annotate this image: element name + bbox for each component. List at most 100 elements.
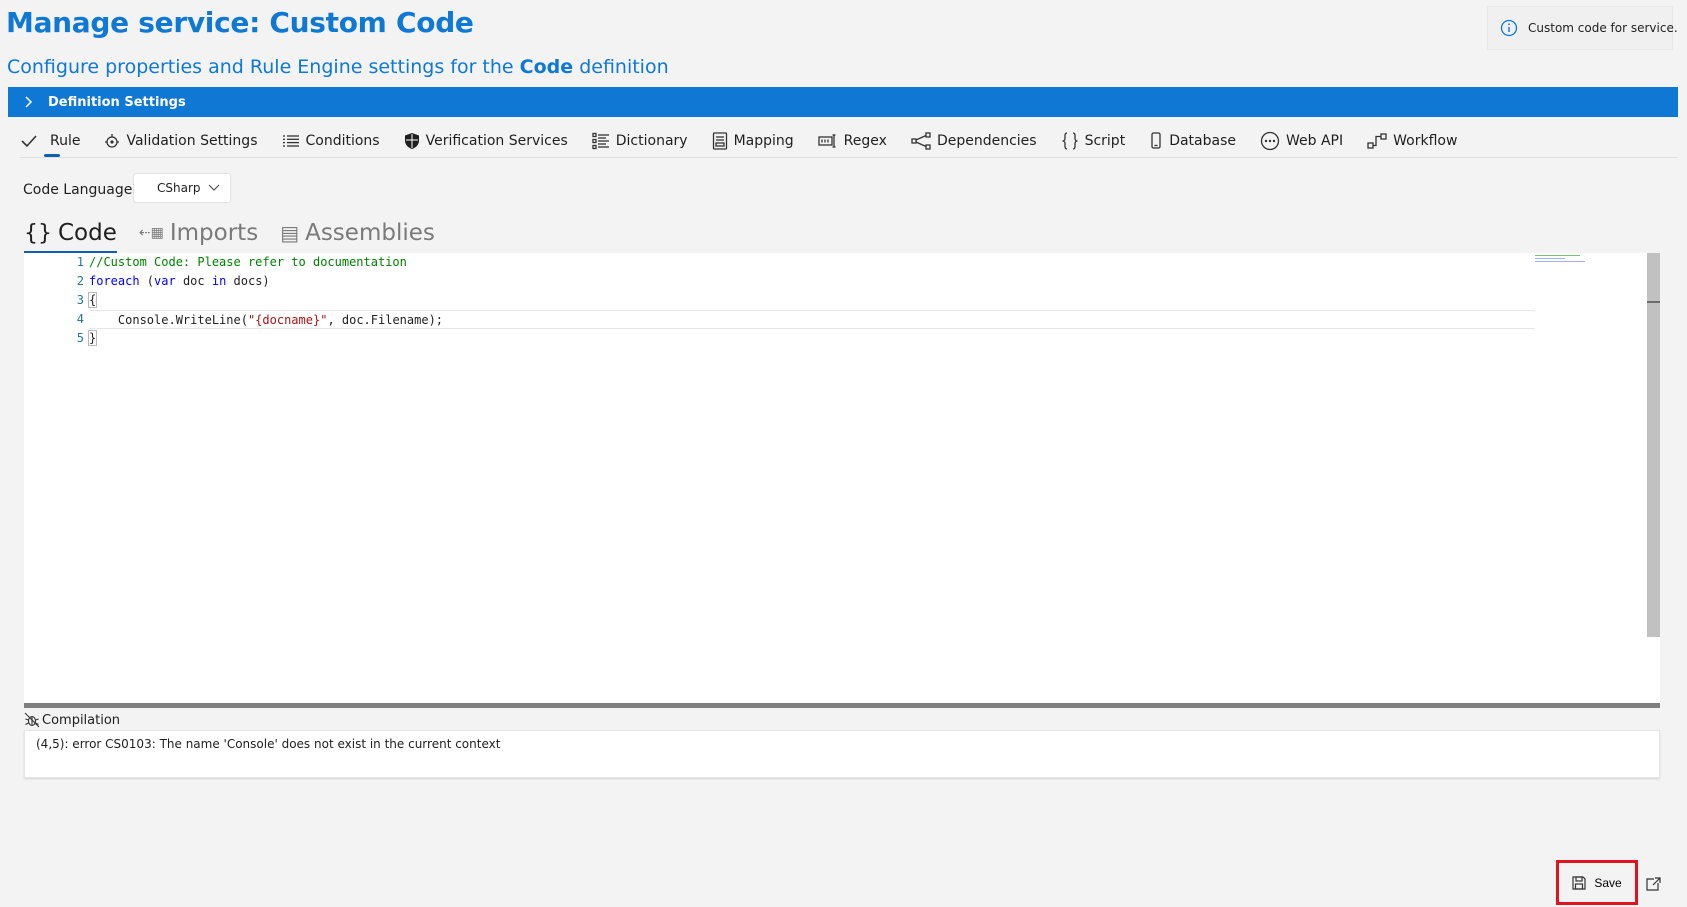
regex-icon [818,134,836,148]
code-keyword: var [154,274,176,288]
braces-icon [1062,132,1078,150]
code-text: , doc.Filename); [327,313,444,327]
tab-rule-label: Rule [50,133,81,149]
tab-verification-services[interactable]: Verification Services [404,125,568,157]
tab-dependencies-label: Dependencies [936,133,1037,149]
chevron-right-icon [8,96,48,108]
code-editor[interactable]: 1 2 3 4 5 //Custom Code: Please refer to… [24,253,1660,703]
line-number: 5 [76,331,84,345]
compilation-output: (4,5): error CS0103: The name 'Console' … [24,730,1660,778]
tab-assemblies-label: Assemblies [305,220,435,246]
code-keyword: foreach [89,274,140,288]
editor-minimap[interactable] [1535,253,1645,265]
mapping-icon [712,132,727,150]
definition-settings-label: Definition Settings [48,94,186,110]
braces-icon: {} [24,220,52,246]
code-line-1: //Custom Code: Please refer to documenta… [89,253,1535,272]
code-language-select[interactable]: CSharp [133,173,231,203]
bug-icon [24,712,40,728]
chevron-down-icon [208,184,220,191]
code-language-value: CSharp [157,181,201,195]
tab-workflow[interactable]: Workflow [1367,125,1457,157]
code-brace: { [87,292,98,308]
compilation-header: Compilation [24,710,120,730]
tab-script-label: Script [1084,133,1126,149]
list-icon [282,135,299,147]
definition-toolbar: Rule Validation Settings Conditions Veri… [20,125,1481,157]
compilation-message: (4,5): error CS0103: The name 'Console' … [36,737,501,751]
code-comment: //Custom Code: Please refer to documenta… [89,255,407,269]
database-icon [1151,132,1161,149]
page-title: Manage service: Custom Code [6,6,474,39]
tab-conditions[interactable]: Conditions [282,125,380,157]
code-line-5: } [87,329,1535,348]
definition-settings-bar[interactable]: Definition Settings [8,87,1678,117]
tab-conditions-label: Conditions [305,133,380,149]
validation-icon [105,134,120,148]
code-brace: } [87,330,98,346]
panel-splitter[interactable] [24,703,1660,708]
code-string: "{docname}" [247,313,328,327]
line-number: 3 [76,293,84,307]
code-line-3: { [87,291,1535,310]
code-text: doc [175,274,212,288]
tab-code[interactable]: {} Code [24,215,117,253]
save-button-label: Save [1594,875,1622,890]
code-text: Console.WriteLine( [89,313,248,327]
tab-imports-label: Imports [169,220,259,246]
code-line-4: Console.WriteLine("{docname}", doc.Filen… [89,310,1535,329]
workflow-icon [1367,133,1387,149]
subtitle-bold: Code [519,56,574,78]
popout-icon[interactable] [1645,876,1661,892]
tab-dictionary-label: Dictionary [615,133,688,149]
info-icon [1500,19,1518,37]
imports-icon: ⇠▦ [138,225,164,241]
save-icon [1572,875,1586,890]
tab-imports[interactable]: ⇠▦ Imports [139,215,258,251]
tab-script[interactable]: Script [1061,125,1126,157]
tab-assemblies[interactable]: ▤ Assemblies [280,215,435,251]
tab-validation-settings-label: Validation Settings [126,133,258,149]
code-tabs: {} Code ⇠▦ Imports ▤ Assemblies [24,215,457,253]
tab-database[interactable]: Database [1149,125,1236,157]
tab-dictionary[interactable]: Dictionary [592,125,688,157]
check-icon [21,135,37,148]
tab-regex[interactable]: Regex [818,125,887,157]
tab-web-api[interactable]: Web API [1260,125,1343,157]
dictionary-icon [592,132,609,150]
tab-regex-label: Regex [843,133,887,149]
assemblies-icon: ▤ [280,221,300,245]
code-language-label: Code Language: [23,182,138,198]
tab-code-label: Code [58,220,117,246]
compilation-title: Compilation [42,712,121,728]
subtitle-prefix: Configure properties and Rule Engine set… [7,56,520,78]
code-text: docs) [226,274,270,288]
line-number: 4 [76,312,84,326]
tab-mapping[interactable]: Mapping [712,125,794,157]
tab-rule[interactable]: Rule [20,125,80,157]
web-api-icon [1260,131,1280,151]
tab-dependencies[interactable]: Dependencies [911,125,1037,157]
toolbar-divider [20,157,1678,158]
shield-icon [404,133,419,149]
tab-verification-services-label: Verification Services [425,133,568,149]
page-subtitle: Configure properties and Rule Engine set… [7,56,669,78]
tab-validation-settings[interactable]: Validation Settings [104,125,258,157]
editor-scrollbar[interactable] [1647,253,1660,637]
info-message: Custom code for service. [1487,6,1678,50]
save-button[interactable]: Save [1560,864,1634,901]
tab-workflow-label: Workflow [1393,133,1458,149]
scrollbar-marker [1647,301,1660,303]
line-number: 2 [76,274,84,288]
code-line-2: foreach (var doc in docs) [89,272,1535,291]
code-keyword: in [211,274,227,288]
code-text: ( [139,274,155,288]
info-text: Custom code for service. [1528,21,1678,35]
code-lines[interactable]: //Custom Code: Please refer to documenta… [87,253,1535,348]
dependencies-icon [911,132,931,150]
subtitle-suffix: definition [573,56,669,78]
line-number-gutter: 1 2 3 4 5 [24,253,86,348]
tab-database-label: Database [1169,133,1236,149]
tab-web-api-label: Web API [1286,133,1344,149]
line-number: 1 [76,255,84,269]
